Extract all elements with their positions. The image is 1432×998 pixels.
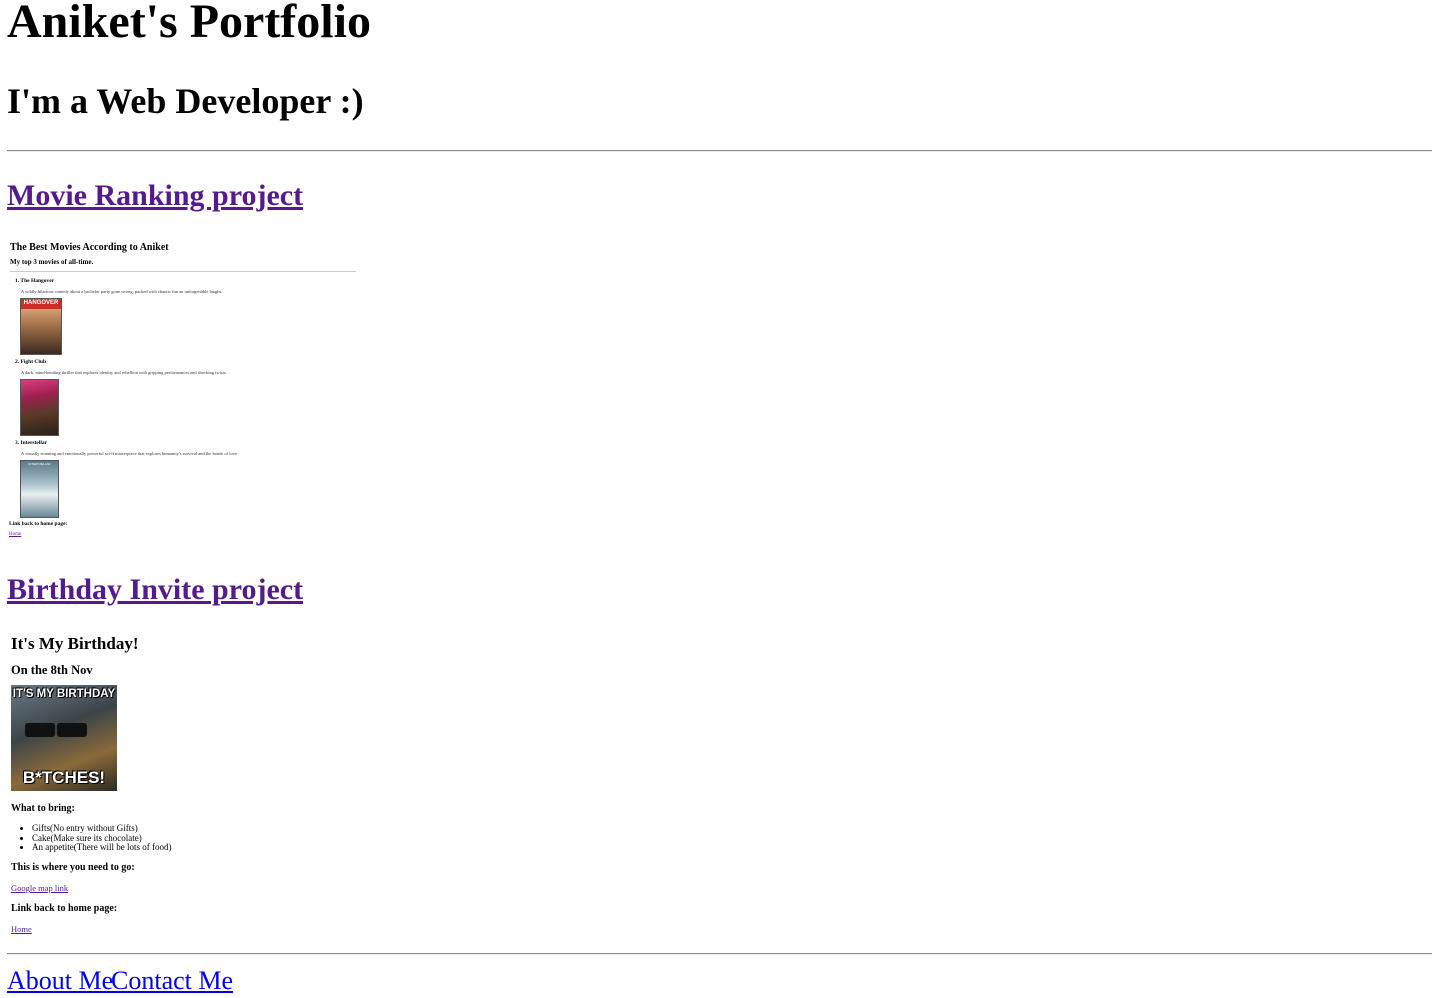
bring-label: What to bring: bbox=[11, 803, 75, 814]
movie-ranking-preview: The Best Movies According to Aniket My t… bbox=[8, 242, 368, 542]
birthday-back-label: Link back to home page: bbox=[11, 903, 118, 914]
google-map-link: Google map link bbox=[11, 883, 69, 893]
contact-me-link[interactable]: Contact Me bbox=[111, 966, 233, 996]
movie-home-link: Home bbox=[9, 532, 22, 537]
movie-item-1: 1. The Hangover bbox=[15, 278, 55, 284]
movie-ranking-project-link[interactable]: Movie Ranking project bbox=[7, 179, 303, 213]
page-title: Aniket's Portfolio bbox=[7, 0, 371, 48]
top-divider bbox=[7, 150, 1432, 152]
movie-preview-title: The Best Movies According to Aniket bbox=[10, 242, 169, 253]
movie-desc-1: A wildly hilarious comedy about a bachel… bbox=[21, 289, 223, 294]
bring-item-appetite: An appetite(There will be lots of food) bbox=[32, 843, 171, 853]
about-me-link[interactable]: About Me bbox=[7, 966, 113, 996]
birthday-invite-project-link[interactable]: Birthday Invite project bbox=[7, 573, 303, 607]
bring-list: Gifts(No entry without Gifts) Cake(Make … bbox=[11, 823, 171, 853]
hangover-poster-image: HANGOVER bbox=[20, 298, 62, 355]
birthday-invite-preview: It's My Birthday! On the 8th Nov IT'S MY… bbox=[7, 634, 207, 938]
birthday-heading: It's My Birthday! bbox=[11, 634, 139, 653]
movie-back-label: Link back to home page: bbox=[9, 521, 68, 527]
interstellar-poster-image: INTERSTELLAR bbox=[20, 460, 59, 518]
movie-item-2: 2. Fight Club bbox=[15, 359, 47, 365]
where-label: This is where you need to go: bbox=[11, 862, 135, 873]
movie-item-3: 3. Interstellar bbox=[15, 440, 48, 446]
birthday-home-link: Home bbox=[11, 924, 32, 934]
movie-desc-2: A dark, mind-bending thriller that explo… bbox=[21, 370, 227, 375]
movie-preview-divider bbox=[10, 271, 356, 272]
page-subtitle: I'm a Web Developer :) bbox=[7, 81, 364, 121]
movie-desc-3: A visually stunning and emotionally powe… bbox=[21, 451, 239, 456]
movie-preview-subtitle: My top 3 movies of all-time. bbox=[10, 258, 94, 266]
birthday-meme-image: IT'S MY BIRTHDAY B*TCHES! bbox=[11, 685, 117, 791]
bottom-divider bbox=[7, 953, 1432, 955]
birthday-date: On the 8th Nov bbox=[11, 663, 93, 677]
fight-club-poster-image bbox=[20, 379, 59, 436]
